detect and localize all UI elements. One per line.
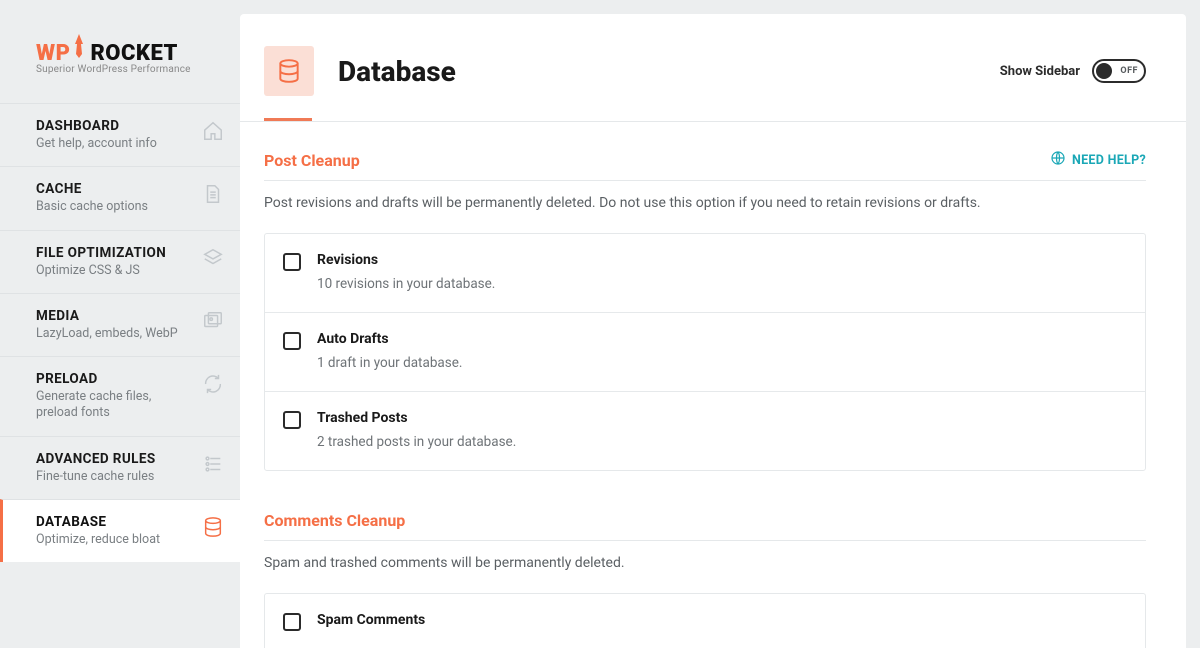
sidebar-item-sub: LazyLoad, embeds, WebP [36, 326, 194, 342]
sidebar-item-sub: Optimize, reduce bloat [36, 532, 194, 548]
rocket-icon [72, 34, 86, 60]
sidebar-item-title: DASHBOARD [36, 118, 194, 134]
sidebar: WP ROCKET Superior WordPress Performance… [0, 0, 240, 648]
section-divider [264, 540, 1146, 541]
section-title: Post Cleanup [264, 151, 360, 170]
sidebar-item-preload[interactable]: PRELOAD Generate cache files, preload fo… [0, 356, 240, 436]
content-scroll: Post Cleanup NEED HELP? Post revisions a… [240, 122, 1186, 648]
file-icon [202, 183, 224, 205]
option-revisions: Revisions 10 revisions in your database. [265, 234, 1145, 312]
section-desc: Post revisions and drafts will be perman… [264, 195, 1146, 211]
auto-drafts-checkbox[interactable] [283, 332, 301, 350]
post-cleanup-options: Revisions 10 revisions in your database.… [264, 233, 1146, 471]
option-trashed-posts: Trashed Posts 2 trashed posts in your da… [265, 391, 1145, 470]
need-help-link[interactable]: NEED HELP? [1050, 150, 1146, 170]
sidebar-item-file-optimization[interactable]: FILE OPTIMIZATION Optimize CSS & JS [0, 230, 240, 293]
sidebar-item-sub: Generate cache files, preload fonts [36, 389, 194, 422]
brand-logo: WP ROCKET Superior WordPress Performance [0, 10, 240, 103]
show-sidebar-toggle[interactable]: OFF [1092, 59, 1146, 83]
sidebar-item-dashboard[interactable]: DASHBOARD Get help, account info [0, 103, 240, 166]
brand-wp: WP [36, 41, 70, 66]
toggle-state-text: OFF [1120, 66, 1138, 76]
spam-comments-checkbox[interactable] [283, 613, 301, 631]
sidebar-item-media[interactable]: MEDIA LazyLoad, embeds, WebP [0, 293, 240, 356]
refresh-icon [202, 373, 224, 395]
option-sub: 2 trashed posts in your database. [317, 434, 1127, 450]
option-auto-drafts: Auto Drafts 1 draft in your database. [265, 312, 1145, 391]
need-help-label: NEED HELP? [1072, 153, 1146, 168]
sidebar-item-title: PRELOAD [36, 371, 194, 387]
nav: DASHBOARD Get help, account info CACHE B… [0, 103, 240, 562]
page-title: Database [338, 55, 456, 88]
option-sub: 1 draft in your database. [317, 355, 1127, 371]
sidebar-item-sub: Basic cache options [36, 199, 194, 215]
brand-tagline: Superior WordPress Performance [36, 64, 220, 75]
sidebar-item-cache[interactable]: CACHE Basic cache options [0, 166, 240, 229]
section-divider [264, 180, 1146, 181]
option-title: Spam Comments [317, 612, 1127, 628]
home-icon [202, 120, 224, 142]
section-title: Comments Cleanup [264, 511, 405, 530]
sidebar-item-advanced-rules[interactable]: ADVANCED RULES Fine-tune cache rules [0, 436, 240, 499]
trashed-posts-checkbox[interactable] [283, 411, 301, 429]
sidebar-item-title: CACHE [36, 181, 194, 197]
page-header: Database Show Sidebar OFF [240, 14, 1186, 118]
section-desc: Spam and trashed comments will be perman… [264, 555, 1146, 571]
sidebar-item-title: FILE OPTIMIZATION [36, 245, 194, 261]
sliders-icon [202, 453, 224, 475]
layers-icon [202, 247, 224, 269]
database-icon [202, 516, 224, 538]
section-comments-cleanup: Comments Cleanup Spam and trashed commen… [264, 511, 1146, 648]
option-title: Trashed Posts [317, 410, 1127, 426]
sidebar-item-sub: Get help, account info [36, 136, 194, 152]
images-icon [202, 310, 224, 332]
option-title: Auto Drafts [317, 331, 1127, 347]
revisions-checkbox[interactable] [283, 253, 301, 271]
sidebar-item-sub: Optimize CSS & JS [36, 263, 194, 279]
sidebar-item-database[interactable]: DATABASE Optimize, reduce bloat [0, 499, 240, 562]
option-sub: 10 revisions in your database. [317, 276, 1127, 292]
option-spam-comments: Spam Comments [265, 594, 1145, 648]
comments-cleanup-options: Spam Comments [264, 593, 1146, 648]
toggle-knob [1096, 63, 1112, 79]
help-icon [1050, 150, 1066, 170]
brand-rocket: ROCKET [90, 41, 177, 66]
show-sidebar-label: Show Sidebar [1000, 64, 1080, 79]
option-title: Revisions [317, 252, 1127, 268]
sidebar-item-title: MEDIA [36, 308, 194, 324]
database-header-icon [264, 46, 314, 96]
sidebar-item-sub: Fine-tune cache rules [36, 469, 194, 485]
section-post-cleanup: Post Cleanup NEED HELP? Post revisions a… [264, 150, 1146, 471]
sidebar-item-title: ADVANCED RULES [36, 451, 194, 467]
sidebar-item-title: DATABASE [36, 514, 194, 530]
main-panel: Database Show Sidebar OFF Post Cleanup [240, 14, 1186, 648]
